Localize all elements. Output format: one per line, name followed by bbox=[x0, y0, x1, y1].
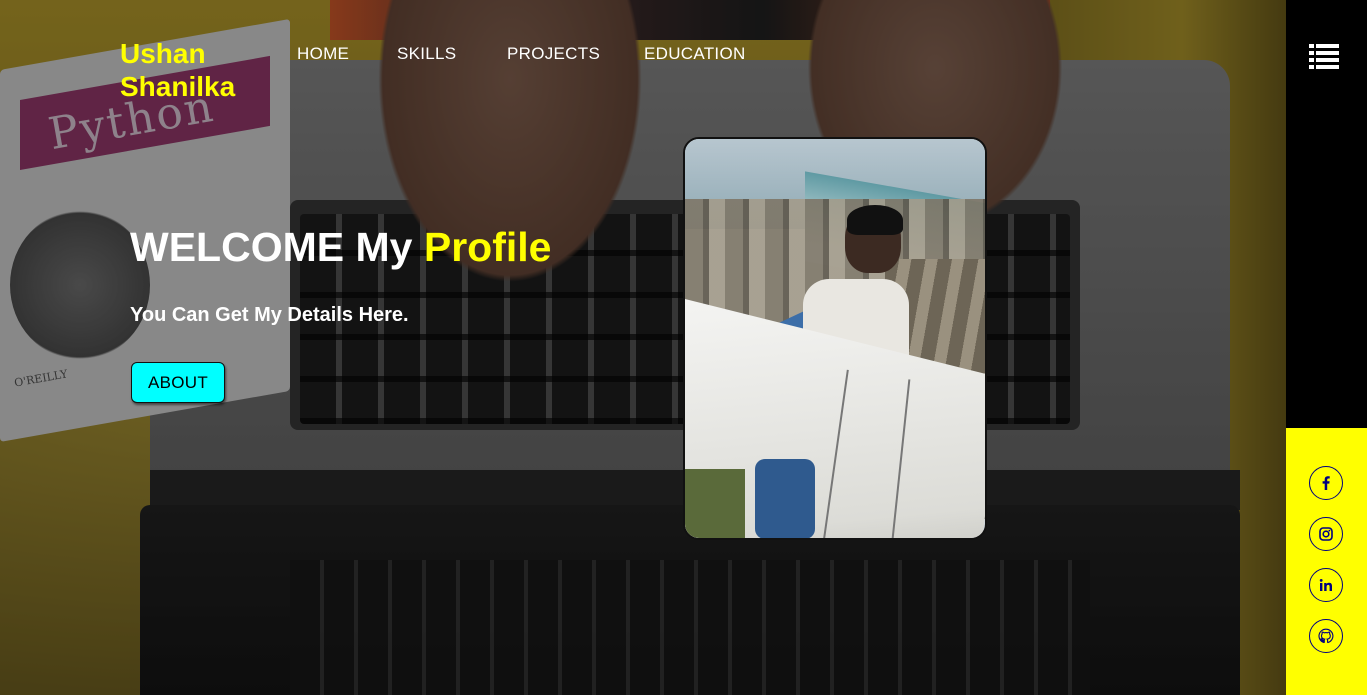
welcome-subtitle: You Can Get My Details Here. bbox=[130, 304, 409, 326]
hero-background: Python O'REILLY bbox=[0, 0, 1286, 695]
welcome-highlight: Profile bbox=[423, 224, 552, 270]
welcome-prefix: WELCOME My bbox=[130, 224, 413, 270]
nav-link-education[interactable]: EDUCATION bbox=[644, 44, 746, 64]
nav-link-home[interactable]: HOME bbox=[297, 44, 349, 64]
facebook-icon bbox=[1322, 476, 1330, 490]
about-button[interactable]: ABOUT bbox=[131, 362, 225, 403]
linkedin-link[interactable] bbox=[1309, 568, 1343, 602]
nav-link-skills[interactable]: SKILLS bbox=[397, 44, 456, 64]
welcome-heading: WELCOME My Profile bbox=[130, 224, 551, 271]
photo-person-leg-lower bbox=[755, 459, 815, 538]
instagram-link[interactable] bbox=[1309, 517, 1343, 551]
facebook-link[interactable] bbox=[1309, 466, 1343, 500]
github-icon bbox=[1318, 628, 1334, 644]
hero-overlay bbox=[0, 0, 1286, 695]
photo-person-hair bbox=[847, 205, 903, 235]
github-link[interactable] bbox=[1309, 619, 1343, 653]
linkedin-icon bbox=[1319, 579, 1332, 591]
nav-link-projects[interactable]: PROJECTS bbox=[507, 44, 600, 64]
brand-logo[interactable]: Ushan Shanilka bbox=[120, 37, 280, 103]
list-menu-icon[interactable] bbox=[1309, 44, 1339, 70]
brand-last-name: Shanilka bbox=[120, 71, 236, 102]
profile-photo bbox=[683, 137, 987, 540]
photo-ground bbox=[685, 469, 745, 538]
brand-first-name: Ushan bbox=[120, 38, 206, 69]
instagram-icon bbox=[1319, 527, 1333, 541]
